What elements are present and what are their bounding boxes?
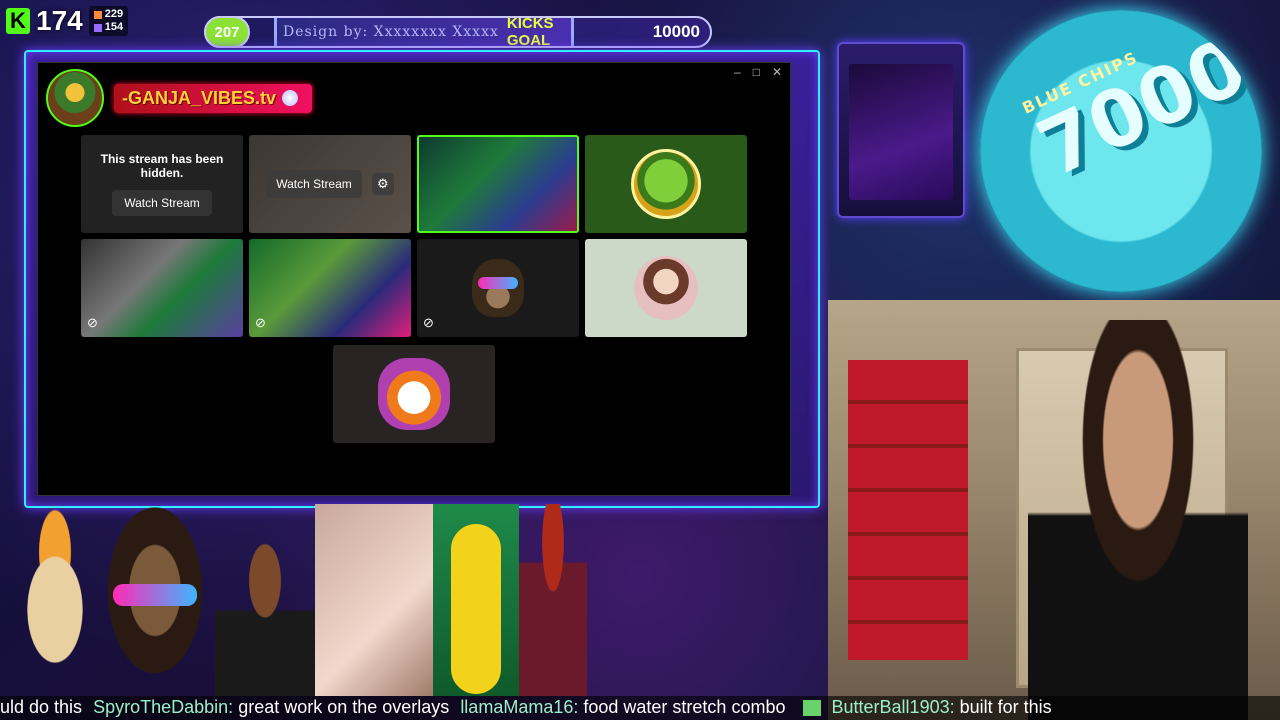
watch-stream-button[interactable]: Watch Stream	[112, 190, 212, 216]
bars-icon	[93, 23, 102, 32]
girl-avatar	[634, 256, 698, 320]
hidden-stream-text: This stream has been hidden.	[100, 152, 224, 180]
follower-sub-stats: 229 154	[88, 6, 129, 36]
followers-stat: 229	[93, 8, 123, 21]
tile-blurred-stream: Watch Stream ⚙	[249, 135, 411, 233]
dna-art	[849, 64, 953, 200]
ticker-message: uld do this	[0, 697, 83, 717]
eye-off-icon: ⊘	[255, 315, 266, 330]
design-credit: Design by: Xxxxxxxx Xxxxx	[283, 24, 499, 40]
viewer-count: 174	[36, 5, 83, 36]
eye-off-icon: ⊘	[87, 315, 98, 330]
tile-stream-preview[interactable]: ⊘	[249, 239, 411, 337]
window-controls: – □ ✕	[734, 65, 782, 79]
box-stack	[848, 360, 968, 660]
emote-icon	[802, 700, 821, 717]
viewer-stats: K 174 229 154	[6, 4, 129, 38]
blue-chips-badge: BLUE CHIPS 7000	[980, 10, 1262, 292]
channel-name-badge[interactable]: -GANJA_VIBES.tv	[114, 83, 313, 113]
girl-avatar	[315, 504, 433, 696]
samurai-avatar	[519, 504, 587, 696]
person-icon	[93, 10, 102, 19]
king-weedy-avatar	[215, 504, 315, 696]
tile-stream-preview[interactable]	[417, 135, 579, 233]
kick-logo-icon: K	[6, 8, 30, 34]
watch-stream-button[interactable]: Watch Stream	[266, 170, 362, 198]
streamer	[1028, 320, 1248, 720]
tile-ghost-avatar[interactable]	[333, 345, 495, 443]
goal-current: 207	[204, 16, 250, 48]
channel-header: -GANJA_VIBES.tv	[46, 69, 313, 127]
chat-ticker: uld do this SpyroTheDabbin: great work o…	[0, 696, 1280, 720]
minimize-button[interactable]: –	[734, 65, 741, 79]
kicks-goal-bar: 207 Design by: Xxxxxxxx Xxxxx KICKS GOAL…	[204, 15, 712, 49]
eye-off-icon: ⊘	[423, 315, 434, 330]
channel-name: -GANJA_VIBES.tv	[122, 87, 277, 108]
maximize-button[interactable]: □	[753, 65, 760, 79]
duck-avatar	[0, 504, 110, 696]
settings-icon[interactable]: ⚙	[371, 173, 394, 195]
side-preview-card	[837, 42, 965, 218]
channel-avatar[interactable]	[46, 69, 104, 127]
tile-pepe-avatar[interactable]	[585, 135, 747, 233]
ticker-user: ButterBall1903:	[831, 697, 955, 717]
tile-girl-avatar[interactable]	[585, 239, 747, 337]
goal-title-panel: Design by: Xxxxxxxx Xxxxx KICKS GOAL	[274, 15, 574, 49]
close-button[interactable]: ✕	[772, 65, 782, 79]
tile-ape-avatar[interactable]: ⊘	[417, 239, 579, 337]
tile-stream-preview[interactable]: ⊘	[81, 239, 243, 337]
ticker-message: food water stretch combo	[583, 697, 786, 717]
ghost-avatar	[378, 358, 450, 430]
ticker-message: great work on the overlays	[238, 697, 450, 717]
tile-hidden-stream: This stream has been hidden. Watch Strea…	[81, 135, 243, 233]
subs-stat: 154	[93, 21, 123, 34]
webcam-feed	[828, 300, 1280, 720]
pepe-avatar	[631, 149, 701, 219]
ticker-message: built for this	[959, 697, 1052, 717]
live-dot-icon	[282, 90, 299, 106]
avatar-strip	[0, 504, 828, 696]
banana-avatar	[433, 504, 519, 696]
goal-label: KICKS GOAL	[506, 15, 554, 49]
multistream-window: – □ ✕ -GANJA_VIBES.tv This stream has be…	[37, 62, 791, 496]
badge-text: BLUE CHIPS 7000	[1019, 10, 1260, 194]
ticker-user: SpyroTheDabbin:	[93, 697, 234, 717]
ape-avatar	[472, 259, 524, 317]
goal-target: 10000	[652, 22, 700, 41]
ape-avatar	[95, 504, 215, 696]
ticker-user: llamaMama16:	[460, 697, 579, 717]
